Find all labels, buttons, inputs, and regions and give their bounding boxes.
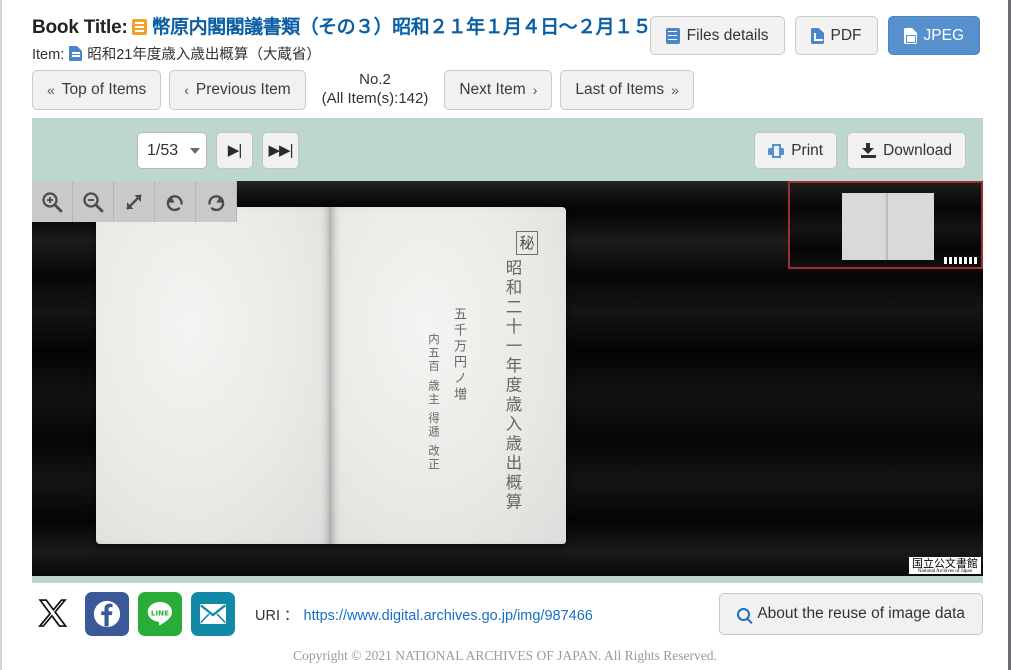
book-title-label: Book Title: xyxy=(32,17,128,38)
navigator-thumbnail xyxy=(842,193,934,260)
download-label: Download xyxy=(883,141,952,159)
pdf-icon xyxy=(810,27,824,44)
download-icon xyxy=(861,143,877,158)
zoom-in-icon[interactable] xyxy=(32,181,73,222)
top-of-items-button[interactable]: « Top of Items xyxy=(32,70,162,110)
page-select-value: 1/53 xyxy=(147,141,179,159)
previous-item-label: Previous Item xyxy=(195,81,291,98)
footer-copyright: Copyright © 2021 NATIONAL ARCHIVES OF JA… xyxy=(293,648,717,663)
page-select[interactable]: 1/53 xyxy=(137,132,207,169)
jpeg-icon xyxy=(903,27,917,44)
svg-text:LINE: LINE xyxy=(151,609,169,618)
book-icon xyxy=(131,19,147,35)
jpeg-button[interactable]: JPEG xyxy=(887,16,980,55)
last-of-items-button[interactable]: Last of Items » xyxy=(560,70,694,110)
previous-item-button[interactable]: ‹ Previous Item xyxy=(169,70,306,110)
top-of-items-label: Top of Items xyxy=(61,81,147,98)
navigator-page-left xyxy=(842,193,888,260)
watermark-japanese: 国立公文書館 xyxy=(912,557,978,570)
zoom-tool-group xyxy=(32,181,237,222)
scanned-document: 秘 昭和二十一年度歳入歳出概算 五千万円ノ増 内五百 歳主 得逓 改正 xyxy=(96,207,566,544)
next-page-icon: ▶| xyxy=(227,142,242,159)
document-note-1: 五千万円ノ増 xyxy=(451,307,466,403)
rotate-left-icon[interactable] xyxy=(155,181,196,222)
item-title-value: 昭和21年度歳入歳出概算（大蔵省） xyxy=(87,47,321,63)
reuse-info-label: About the reuse of image data xyxy=(757,605,965,622)
next-page-button[interactable]: ▶| xyxy=(216,132,253,169)
last-of-items-label: Last of Items xyxy=(575,81,665,98)
viewer-toolbar: 1/53 ▶| ▶▶| Print Download xyxy=(32,118,983,181)
watermark-english: National Archives of Japan xyxy=(917,569,973,574)
reuse-info-button[interactable]: About the reuse of image data xyxy=(719,593,983,635)
email-share-button[interactable] xyxy=(191,592,235,636)
facebook-share-button[interactable] xyxy=(85,592,129,636)
double-chevron-right-icon: » xyxy=(671,82,679,98)
document-icon xyxy=(69,46,83,61)
print-button[interactable]: Print xyxy=(754,132,838,169)
uri-block: URI ： https://www.digital.archives.go.jp… xyxy=(255,604,593,625)
download-button[interactable]: Download xyxy=(847,132,966,169)
book-title-value: 幣原内閣閣議書類（その３）昭和２１年１月４日〜２月１５日 xyxy=(151,17,671,38)
zoom-out-icon[interactable] xyxy=(73,181,114,222)
secret-seal: 秘 xyxy=(516,231,538,255)
social-share-group: LINE xyxy=(32,592,235,636)
search-icon xyxy=(737,607,751,621)
line-share-button[interactable]: LINE xyxy=(138,592,182,636)
navigator-scale-mark xyxy=(944,257,978,264)
archives-watermark: 国立公文書館 National Archives of Japan xyxy=(909,557,981,574)
navigator-page-right xyxy=(888,193,934,260)
share-and-uri-bar: LINE URI ： https://www.digital.archives.… xyxy=(32,592,983,636)
item-navigation: « Top of Items ‹ Previous Item No.2 (All… xyxy=(32,70,694,110)
printer-icon xyxy=(768,143,785,158)
page-navigation-group: 1/53 ▶| ▶▶| xyxy=(137,132,299,169)
thumbnail-navigator[interactable] xyxy=(788,181,983,269)
chevron-left-icon: ‹ xyxy=(184,82,189,98)
uri-label: URI ： xyxy=(255,607,299,624)
next-item-label: Next Item xyxy=(459,81,526,98)
document-title-vertical: 昭和二十一年度歳入歳出概算 xyxy=(503,259,522,513)
print-label: Print xyxy=(791,141,824,159)
image-canvas[interactable]: 秘 昭和二十一年度歳入歳出概算 五千万円ノ増 内五百 歳主 得逓 改正 国立公文… xyxy=(32,181,983,576)
page-root: Book Title: 幣原内閣閣議書類（その３）昭和２１年１月４日〜２月１５日 … xyxy=(0,0,1011,670)
x-twitter-share-button[interactable] xyxy=(32,592,76,636)
format-button-group: Files details PDF JPEG xyxy=(649,16,980,55)
chevron-right-icon: › xyxy=(532,82,538,98)
item-counter-total: (All Item(s):142) xyxy=(321,90,429,107)
next-item-button[interactable]: Next Item › xyxy=(444,70,553,110)
document-note-2: 内五百 歳主 得逓 改正 xyxy=(427,333,441,472)
rotate-right-icon[interactable] xyxy=(196,181,237,222)
double-chevron-left-icon: « xyxy=(47,82,55,98)
image-viewer: 1/53 ▶| ▶▶| Print Download 秘 昭和二十一年度歳入歳出… xyxy=(32,118,983,583)
files-details-button[interactable]: Files details xyxy=(649,16,785,55)
files-details-label: Files details xyxy=(686,26,769,44)
viewer-action-group: Print Download xyxy=(754,132,966,169)
files-details-icon xyxy=(665,27,680,44)
item-counter-current: No.2 xyxy=(359,71,391,89)
last-page-icon: ▶▶| xyxy=(268,142,294,159)
fit-expand-icon[interactable] xyxy=(114,181,155,222)
item-label: Item: xyxy=(32,47,65,63)
last-page-button[interactable]: ▶▶| xyxy=(262,132,299,169)
uri-link[interactable]: https://www.digital.archives.go.jp/img/9… xyxy=(304,608,593,624)
item-counter: No.2 (All Item(s):142) xyxy=(314,71,437,109)
chevron-down-icon xyxy=(190,147,200,154)
jpeg-label: JPEG xyxy=(923,26,964,44)
document-page-left xyxy=(96,207,331,544)
document-page-right: 秘 昭和二十一年度歳入歳出概算 五千万円ノ増 内五百 歳主 得逓 改正 xyxy=(331,207,566,544)
pdf-button[interactable]: PDF xyxy=(794,16,878,55)
pdf-label: PDF xyxy=(830,26,862,44)
